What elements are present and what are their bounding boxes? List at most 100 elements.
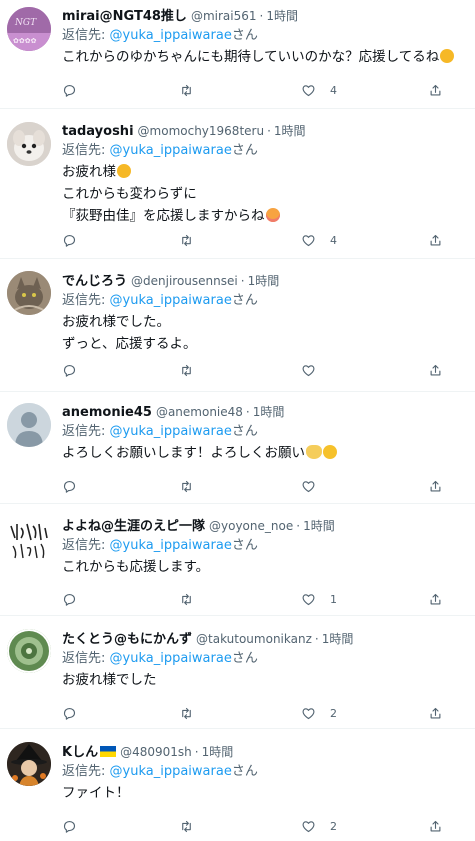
smile-emoji	[265, 208, 280, 222]
tweet-body: tadayoshi @momochy1968teru · 1時間 返信先: @yuka…	[62, 121, 467, 227]
like-count: 2	[330, 706, 337, 720]
tweet-header: anemonie45 @anemonie48 · 1時間	[62, 402, 467, 422]
timestamp[interactable]: 1時間	[266, 9, 298, 23]
avatar[interactable]: NGT ✿✿✿✿	[7, 7, 51, 51]
like-button[interactable]: 4	[301, 230, 337, 250]
avatar[interactable]	[7, 271, 51, 315]
timestamp[interactable]: 1時間	[202, 745, 234, 759]
avatar[interactable]	[7, 403, 51, 447]
reply-tweet[interactable]: よよね@生涯のえピ一隊 @yoyone_noe · 1時間 返信先: @yuka_ip…	[0, 504, 475, 616]
share-icon	[430, 820, 441, 831]
username[interactable]: @mirai561	[191, 9, 257, 23]
username[interactable]: @yoyone_noe	[209, 519, 293, 533]
reply-button[interactable]	[62, 816, 77, 836]
avatar[interactable]	[7, 122, 51, 166]
pleading-face-emoji	[323, 445, 337, 459]
display-name[interactable]: tadayoshi	[62, 124, 134, 139]
reply-button[interactable]	[62, 360, 77, 380]
like-button[interactable]: 2	[301, 703, 337, 723]
tweet-body: Kしん @480901sh · 1時間 返信先: @yuka_ippaiwaraeさん…	[62, 742, 467, 804]
tweet-line: これからも応援します。	[62, 559, 210, 575]
reply-tweet[interactable]: tadayoshi @momochy1968teru · 1時間 返信先: @yuka…	[0, 109, 475, 259]
username[interactable]: @480901sh	[120, 745, 192, 759]
share-button[interactable]	[428, 360, 443, 380]
reply-button[interactable]	[62, 230, 77, 250]
share-button[interactable]	[428, 230, 443, 250]
retweet-button[interactable]	[179, 703, 194, 723]
reply-button[interactable]	[62, 589, 77, 609]
tweet-line: これからのゆかちゃんにも期待していいのかな？応援してるね	[62, 49, 440, 65]
retweet-icon	[182, 234, 191, 246]
username[interactable]: @momochy1968teru	[138, 124, 265, 138]
retweet-button[interactable]	[179, 589, 194, 609]
timestamp[interactable]: 1時間	[303, 519, 335, 533]
like-button[interactable]: 1	[301, 589, 337, 609]
mention-link[interactable]: @yuka_ippaiwarae	[110, 28, 232, 43]
reply-feed: NGT ✿✿✿✿ mirai@NGT48推し @mirai561 · 1時間 返信先: …	[0, 0, 475, 841]
mention-link[interactable]: @yuka_ippaiwarae	[110, 651, 232, 666]
username[interactable]: @takutoumonikanz	[196, 632, 312, 646]
avatar[interactable]	[7, 629, 51, 673]
replying-to-suffix: さん	[231, 651, 258, 666]
display-name[interactable]: mirai@NGT48推し	[62, 9, 187, 24]
tweet-text: よろしくお願いします！よろしくお願い	[62, 442, 467, 464]
mention-link[interactable]: @yuka_ippaiwarae	[110, 764, 232, 779]
username[interactable]: @denjirousennsei	[131, 274, 238, 288]
share-button[interactable]	[428, 816, 443, 836]
share-button[interactable]	[428, 589, 443, 609]
timestamp[interactable]: 1時間	[274, 124, 306, 138]
retweet-button[interactable]	[179, 360, 194, 380]
open-hands-emoji	[306, 445, 322, 459]
timestamp[interactable]: 1時間	[248, 274, 280, 288]
share-button[interactable]	[428, 703, 443, 723]
like-button[interactable]: 4	[301, 80, 337, 100]
action-bar: 4	[62, 230, 475, 250]
replying-to-prefix: 返信先:	[62, 538, 110, 553]
like-icon	[302, 84, 315, 96]
replying-to-suffix: さん	[231, 293, 258, 308]
like-button[interactable]	[301, 476, 330, 496]
reply-tweet[interactable]: でんじろう @denjirousennsei · 1時間 返信先: @yuka_ipp…	[0, 259, 475, 392]
display-name[interactable]: でんじろう	[62, 274, 127, 289]
share-button[interactable]	[428, 476, 443, 496]
retweet-button[interactable]	[179, 230, 194, 250]
display-name[interactable]: anemonie45	[62, 405, 152, 420]
reply-button[interactable]	[62, 703, 77, 723]
mention-link[interactable]: @yuka_ippaiwarae	[110, 424, 232, 439]
reply-tweet[interactable]: anemonie45 @anemonie48 · 1時間 返信先: @yuka_ipp…	[0, 392, 475, 504]
mention-link[interactable]: @yuka_ippaiwarae	[110, 143, 232, 158]
reply-icon	[63, 84, 76, 97]
action-bar: 2	[62, 816, 475, 836]
reply-icon	[63, 480, 76, 493]
retweet-icon	[182, 364, 191, 376]
avatar[interactable]	[7, 518, 51, 562]
tweet-line: お疲れ様	[62, 164, 116, 180]
display-name[interactable]: Kしん	[62, 745, 98, 760]
like-button[interactable]	[301, 360, 330, 380]
reply-tweet[interactable]: Kしん @480901sh · 1時間 返信先: @yuka_ippaiwaraeさん…	[0, 729, 475, 841]
like-icon	[302, 364, 315, 376]
like-button[interactable]: 2	[301, 816, 337, 836]
username[interactable]: @anemonie48	[156, 405, 243, 419]
replying-to-prefix: 返信先:	[62, 651, 110, 666]
reply-tweet[interactable]: たくとう@もにかんず @takutoumonikanz · 1時間 返信先: @yuk…	[0, 616, 475, 729]
like-count: 2	[330, 819, 337, 833]
action-bar: 1	[62, 589, 475, 609]
reply-tweet[interactable]: NGT ✿✿✿✿ mirai@NGT48推し @mirai561 · 1時間 返信先: …	[0, 0, 475, 109]
retweet-icon	[182, 480, 191, 492]
retweet-button[interactable]	[179, 476, 194, 496]
reply-button[interactable]	[62, 80, 77, 100]
display-name[interactable]: たくとう@もにかんず	[62, 632, 192, 647]
replying-to-prefix: 返信先:	[62, 143, 110, 158]
timestamp[interactable]: 1時間	[253, 405, 285, 419]
display-name[interactable]: よよね@生涯のえピ一隊	[62, 519, 205, 534]
reply-button[interactable]	[62, 476, 77, 496]
avatar[interactable]	[7, 742, 51, 786]
timestamp[interactable]: 1時間	[322, 632, 354, 646]
mention-link[interactable]: @yuka_ippaiwarae	[110, 293, 232, 308]
retweet-button[interactable]	[179, 816, 194, 836]
retweet-icon	[182, 84, 191, 96]
mention-link[interactable]: @yuka_ippaiwarae	[110, 538, 232, 553]
retweet-button[interactable]	[179, 80, 194, 100]
share-button[interactable]	[428, 80, 443, 100]
